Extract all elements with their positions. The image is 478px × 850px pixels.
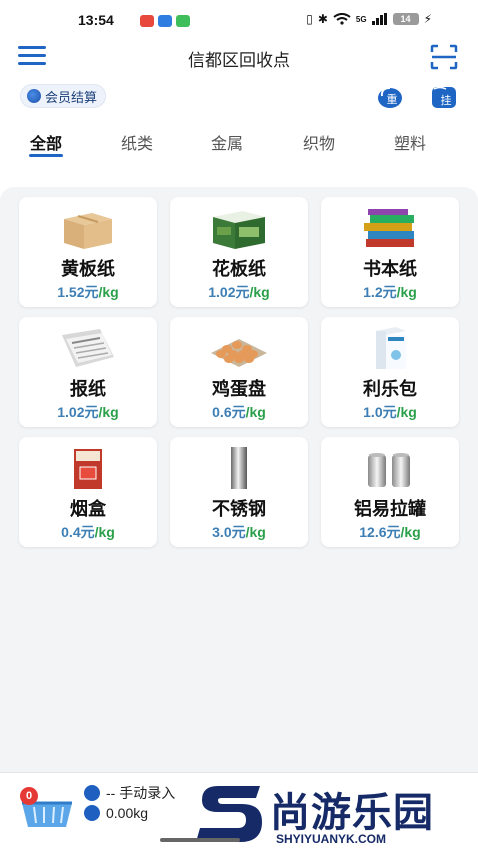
item-card-book-paper[interactable]: 书本纸 1.2元/kg	[321, 197, 459, 307]
egg-tray-icon	[211, 339, 267, 367]
item-price: 1.02元/kg	[57, 404, 119, 420]
member-settlement-button[interactable]: 会员结算	[20, 84, 107, 108]
item-price: 12.6元/kg	[359, 524, 421, 540]
bluetooth-icon: ✱	[317, 12, 328, 26]
newspaper-icon	[62, 329, 114, 367]
item-price: 0.4元/kg	[61, 524, 115, 540]
status-time: 13:54	[78, 12, 114, 28]
weigh-label: 重	[387, 92, 398, 106]
item-card-newspaper[interactable]: 报纸 1.02元/kg	[19, 317, 157, 427]
item-name: 书本纸	[363, 259, 417, 279]
scan-icon[interactable]	[430, 44, 458, 70]
cigarette-box-icon	[74, 449, 102, 489]
basket-count-badge: 0	[20, 787, 38, 805]
item-card-tetra-pak[interactable]: 利乐包 1.0元/kg	[321, 317, 459, 427]
app-notification-icon	[158, 15, 172, 27]
weight-display: 0.00kg	[84, 805, 148, 821]
battery-level: 14	[392, 13, 419, 25]
item-card-aluminum-can[interactable]: 铝易拉罐 12.6元/kg	[321, 437, 459, 547]
tab-all[interactable]: 全部	[16, 130, 76, 154]
member-settlement-label: 会员结算	[45, 89, 98, 105]
item-price: 1.02元/kg	[208, 284, 270, 300]
charging-icon: ⚡	[423, 12, 432, 26]
manual-entry[interactable]: -- 手动录入	[84, 783, 175, 803]
hang-label: 挂	[441, 93, 452, 107]
tab-metal[interactable]: 金属	[197, 130, 257, 154]
item-card-cigarette-box[interactable]: 烟盒 0.4元/kg	[19, 437, 157, 547]
hang-order-icon[interactable]: 挂	[430, 84, 458, 110]
milk-carton-icon	[376, 327, 406, 369]
item-name: 花板纸	[212, 259, 266, 279]
signal-icon	[371, 13, 387, 25]
status-bar: 13:54 ▯ ✱ 5G 14 ⚡	[0, 0, 478, 40]
user-icon	[84, 785, 100, 801]
books-icon	[364, 209, 414, 247]
status-indicators: ▯ ✱ 5G 14 ⚡	[306, 12, 432, 26]
active-tab-indicator	[29, 154, 63, 157]
item-card-stainless-steel[interactable]: 不锈钢 3.0元/kg	[170, 437, 308, 547]
vibrate-icon: ▯	[306, 12, 313, 26]
printed-box-icon	[213, 211, 265, 249]
item-price: 1.0元/kg	[363, 404, 417, 420]
item-name: 铝易拉罐	[354, 499, 426, 519]
item-name: 利乐包	[363, 379, 417, 399]
tab-fabric[interactable]: 织物	[289, 130, 349, 154]
weight-value: 0.00kg	[106, 805, 149, 821]
item-name: 不锈钢	[212, 499, 266, 519]
network-type: 5G	[355, 14, 367, 24]
tab-paper[interactable]: 纸类	[107, 130, 167, 154]
app-header: 信都区回收点	[0, 40, 478, 74]
manual-entry-label: -- 手动录入	[106, 785, 176, 801]
wifi-icon	[333, 13, 351, 25]
item-card-kraft-board[interactable]: 黄板纸 1.52元/kg	[19, 197, 157, 307]
item-price: 3.0元/kg	[212, 524, 266, 540]
item-name: 报纸	[70, 379, 106, 399]
watermark-text: 尚游乐园	[270, 791, 434, 835]
scale-icon	[84, 805, 100, 821]
item-card-printed-board[interactable]: 花板纸 1.02元/kg	[170, 197, 308, 307]
member-icon	[27, 89, 41, 103]
item-grid: 黄板纸 1.52元/kg 花板纸 1.02元/kg 书本纸 1.2元/kg 报纸…	[0, 187, 478, 772]
item-name: 鸡蛋盘	[212, 379, 266, 399]
page-title: 信都区回收点	[188, 51, 290, 70]
category-tabs: 全部 纸类 金属 织物 塑料	[0, 126, 478, 162]
steel-pipe-icon	[231, 447, 247, 489]
watermark-sub: SHYIYUANYK.COM	[276, 832, 387, 846]
home-indicator[interactable]	[160, 838, 240, 842]
item-price: 0.6元/kg	[212, 404, 266, 420]
aluminum-cans-icon	[368, 453, 410, 487]
app-notification-icon	[140, 15, 154, 27]
weigh-icon[interactable]: 重	[376, 84, 404, 110]
item-card-egg-tray[interactable]: 鸡蛋盘 0.6元/kg	[170, 317, 308, 427]
message-notification-icon	[176, 15, 190, 27]
cardboard-box-icon	[64, 213, 112, 249]
tab-plastic[interactable]: 塑料	[380, 130, 440, 154]
item-name: 黄板纸	[61, 259, 115, 279]
item-price: 1.2元/kg	[363, 284, 417, 300]
item-price: 1.52元/kg	[57, 284, 119, 300]
item-name: 烟盒	[70, 499, 106, 519]
